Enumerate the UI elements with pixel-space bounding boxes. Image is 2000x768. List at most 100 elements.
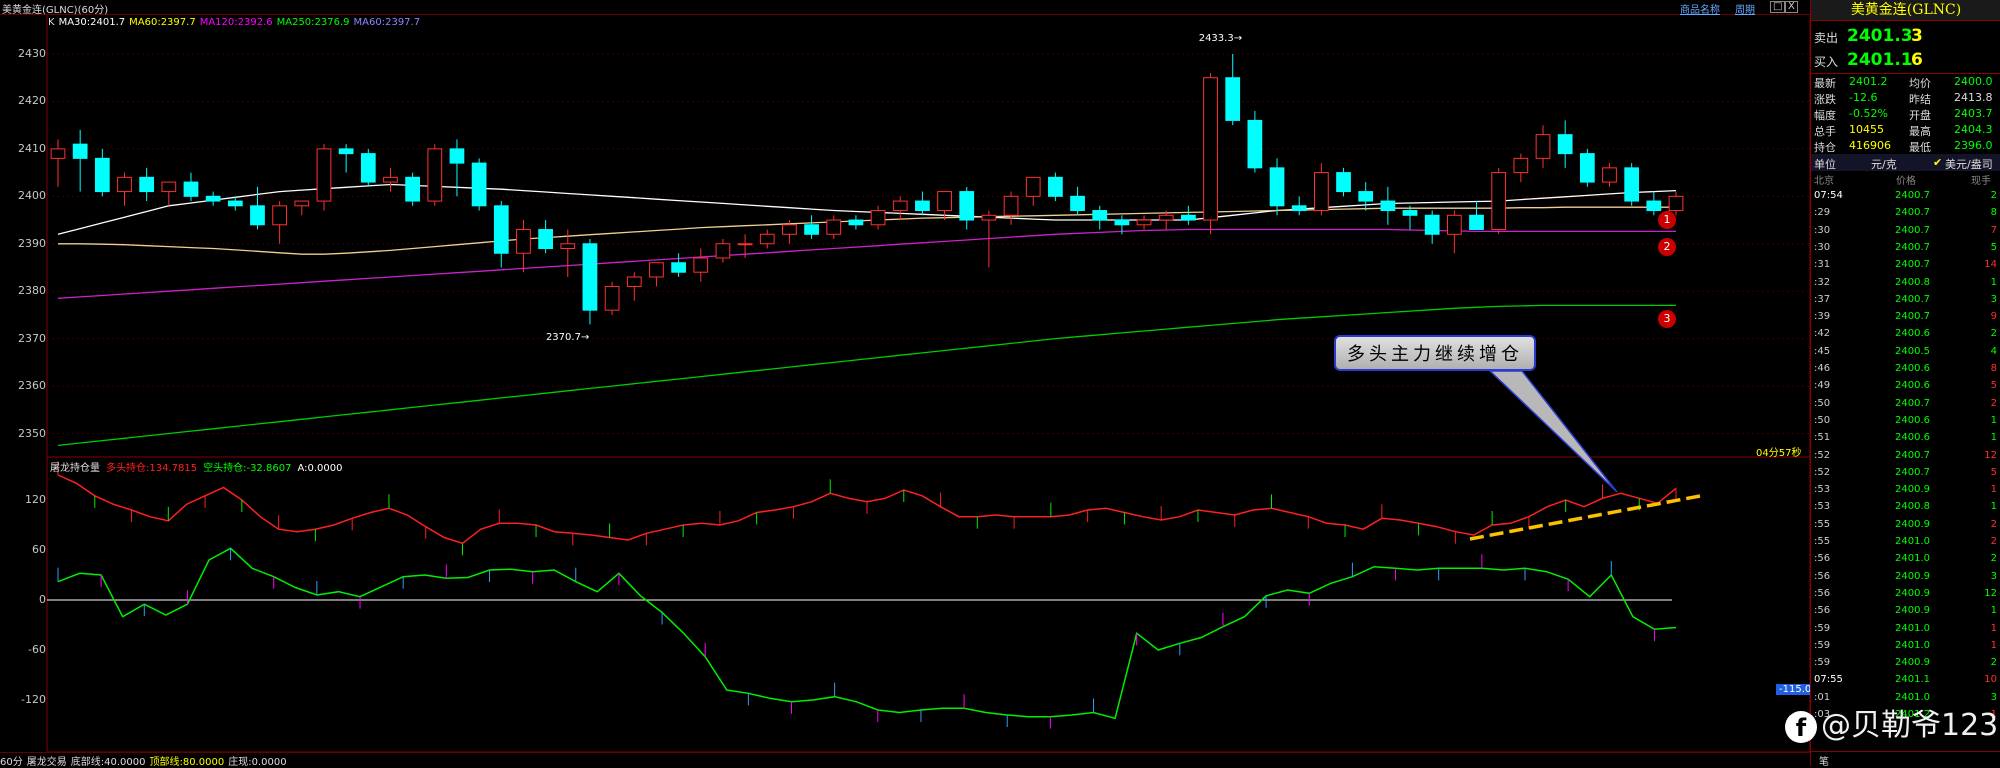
ma-line-ma120: [57, 228, 1676, 299]
tick-qty: 14: [1984, 259, 1997, 271]
candle-body: [1446, 214, 1462, 235]
tick-qty: 2: [1990, 657, 1997, 669]
chart-area[interactable]: 2433.3→ 2370.7→ 美黄金连(GLNC)(60分) 商品名称 周期 □…: [0, 0, 1815, 768]
stat-label: 持仓: [1814, 141, 1836, 154]
candle-body: [1247, 119, 1263, 169]
tick-time: :45: [1814, 345, 1831, 357]
tick-price: 2400.6: [1895, 432, 1930, 444]
tick-price: 2401.0: [1895, 536, 1930, 547]
short-position-line: [57, 547, 1677, 720]
product-name-link[interactable]: 商品名称: [1680, 1, 1720, 16]
tick-time: :31: [1814, 259, 1831, 271]
unit-bar: 单位 元/克 ✔ 美元/盎司: [1811, 154, 2000, 171]
candle-body: [471, 162, 487, 207]
candle-body: [1624, 167, 1640, 202]
stat-label: 均价: [1909, 77, 1931, 90]
candle-body: [1313, 172, 1329, 212]
tick-qty: 2: [1990, 536, 1997, 547]
tick-qty: 3: [1990, 293, 1997, 305]
tick-time: :46: [1814, 363, 1831, 374]
tick-row: :50 2400.7 2: [1811, 396, 2000, 413]
tick-time: :53: [1814, 484, 1831, 496]
tick-header-price: 价格: [1896, 176, 1916, 187]
high-price-annotation: 2433.3→: [1199, 33, 1242, 44]
buy-label: 买入: [1814, 55, 1839, 69]
tick-price: 2400.9: [1895, 518, 1930, 530]
tick-row: :49 2400.6 5: [1811, 378, 2000, 395]
candle-body: [892, 200, 908, 212]
candle-body: [161, 181, 177, 193]
tick-price: 2400.7: [1895, 259, 1930, 271]
tick-row: :31 2400.7 14: [1811, 257, 2000, 274]
candle-body: [981, 214, 997, 221]
bottom-legend-item-0: 60分: [0, 757, 23, 768]
candle-body: [560, 243, 576, 250]
candle-body: [117, 176, 132, 193]
sell-qty: 3: [1911, 26, 1923, 46]
stat-value: 2396.0: [1954, 139, 1993, 152]
price-panel-frame: [46, 13, 1810, 458]
candle-body: [604, 285, 620, 311]
check-icon[interactable]: ✔: [1933, 156, 1942, 169]
ma-legend-item-3: MA120:2392.6: [199, 17, 273, 28]
tick-time: :49: [1814, 380, 1831, 392]
stat-label: 最新: [1814, 77, 1836, 90]
tick-qty: 2: [1990, 553, 1997, 565]
tick-price: 2400.7: [1895, 190, 1930, 201]
price-tick-label: 2410: [18, 141, 46, 155]
tick-qty: 2: [1990, 328, 1997, 340]
candle-body: [1491, 172, 1507, 231]
candle-body: [205, 195, 221, 202]
tick-time: :56: [1814, 570, 1831, 582]
indicator-legend-item-3: A:0.0000: [297, 463, 343, 474]
tick-qty: 3: [1990, 570, 1997, 582]
candle-body: [538, 229, 553, 249]
unit-value: 元/克: [1871, 158, 1897, 171]
marker-badge-1: 1: [1658, 211, 1676, 229]
close-button[interactable]: X: [1785, 1, 1798, 13]
candle-body: [782, 224, 797, 235]
tick-time: :50: [1814, 414, 1831, 426]
tick-row: :59 2401.0 1: [1811, 621, 2000, 638]
candle-body: [272, 205, 288, 226]
period-link[interactable]: 周期: [1735, 1, 1755, 16]
tick-price: 2400.7: [1895, 311, 1930, 323]
price-tick-label: 2380: [18, 284, 46, 298]
restore-button[interactable]: □: [1770, 1, 1786, 13]
candle-body: [405, 176, 421, 202]
tick-time: :52: [1814, 449, 1831, 461]
tick-row: 07:54 2400.7 2: [1811, 188, 2000, 205]
chart-canvas[interactable]: 2433.3→ 2370.7→: [0, 0, 1810, 766]
candle-body: [671, 262, 686, 273]
ma-legend-item-5: MA60:2397.7: [353, 17, 421, 28]
candle-body: [1136, 219, 1152, 226]
bottom-legend: 60分 屠龙交易 底部线:40.0000 顶部线:80.0000 庄现:0.0000: [0, 752, 1810, 768]
candle-body: [227, 200, 243, 207]
panel-footer: 笔: [1811, 751, 2000, 768]
tick-price: 2401.0: [1895, 622, 1930, 634]
currency-option[interactable]: 美元/盎司: [1945, 156, 1993, 172]
stat-label: 幅度: [1814, 109, 1836, 122]
tick-price: 2400.7: [1895, 207, 1930, 219]
sell-row: 卖出 2401.3 3: [1811, 26, 2000, 46]
candle-body: [649, 262, 664, 278]
stat-value: 2403.7: [1954, 107, 1993, 120]
tick-price: 2400.6: [1895, 363, 1930, 374]
bottom-legend-item-2: 底部线:40.0000: [70, 757, 146, 768]
tick-price: 2400.6: [1895, 328, 1930, 340]
stat-label: 开盘: [1909, 109, 1931, 122]
tick-row: :55 2401.0 2: [1811, 534, 2000, 551]
stat-value: 2413.8: [1954, 91, 1993, 104]
tick-time: 07:55: [1814, 674, 1843, 686]
tick-time: :56: [1814, 587, 1831, 599]
candle-body: [338, 148, 354, 155]
tick-price: 2400.9: [1895, 605, 1930, 617]
tick-qty: 1: [1990, 432, 1997, 444]
candle-body: [1336, 172, 1351, 193]
tick-time: :37: [1814, 293, 1831, 305]
current-indicator-value: -115.0: [1776, 684, 1815, 695]
tick-price: 2400.8: [1895, 276, 1930, 288]
sell-price: 2401.3: [1847, 26, 1913, 46]
tick-row: :37 2400.7 3: [1811, 292, 2000, 309]
bottom-legend-item-4: 庄现:0.0000: [228, 757, 287, 768]
